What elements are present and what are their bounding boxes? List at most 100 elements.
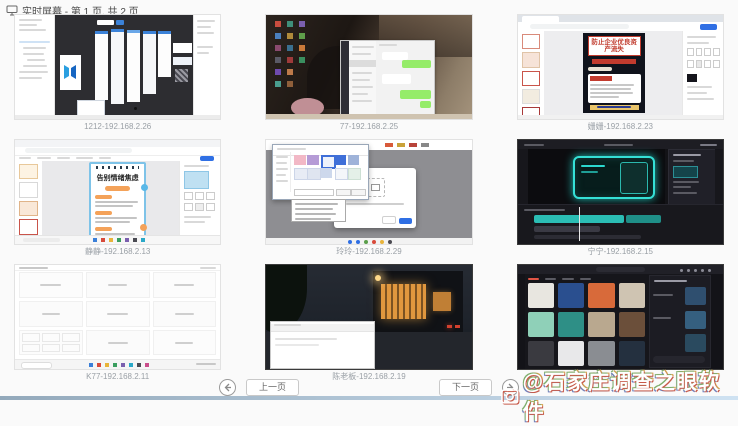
template-thumb bbox=[19, 164, 38, 179]
tab-item bbox=[580, 278, 591, 280]
monitor-tile[interactable]: 1212-192.168.2.26 bbox=[14, 14, 221, 132]
mini-cell bbox=[62, 333, 80, 342]
panel-line bbox=[673, 192, 698, 194]
design-frame bbox=[95, 31, 108, 101]
style-button bbox=[704, 48, 711, 56]
grid-card bbox=[86, 301, 150, 327]
monitor-tile[interactable]: 防止企业优良资产流失 bbox=[517, 14, 724, 132]
search-pill bbox=[596, 267, 645, 272]
tab-active bbox=[528, 278, 539, 280]
monitor-tile[interactable]: 宁宁-192.168.2.15 bbox=[517, 139, 724, 257]
window-content-line bbox=[275, 344, 318, 346]
prop-line bbox=[197, 46, 213, 48]
contact-row bbox=[352, 93, 369, 95]
template-card bbox=[588, 283, 614, 308]
screen-thumbnail[interactable]: 告别情绪焦虑 bbox=[14, 139, 221, 245]
inner-taskbar bbox=[518, 115, 723, 119]
logo-frame bbox=[60, 55, 81, 90]
grid-card bbox=[86, 272, 150, 298]
grid-card bbox=[153, 330, 217, 356]
mini-cell bbox=[42, 344, 60, 353]
screen-thumbnail[interactable] bbox=[265, 14, 472, 120]
design-frame bbox=[143, 31, 156, 94]
incoming-bubble bbox=[382, 74, 411, 84]
header-logos bbox=[385, 143, 393, 147]
chat-title bbox=[379, 44, 396, 46]
tile-label: 静静-192.168.2.13 bbox=[14, 247, 221, 257]
mini-cell bbox=[22, 344, 40, 353]
screen-thumbnail[interactable] bbox=[14, 14, 221, 120]
card-caption bbox=[40, 284, 61, 286]
panel-thumb bbox=[673, 166, 699, 178]
file-thumb bbox=[307, 155, 318, 165]
url-pill bbox=[25, 148, 132, 153]
file-thumb bbox=[294, 168, 307, 180]
neon-text bbox=[581, 171, 598, 173]
tile-label: 姗姗-192.168.2.23 bbox=[517, 122, 724, 132]
note-title: 告别情绪焦虑 bbox=[91, 173, 144, 183]
nav-item bbox=[276, 174, 285, 176]
topbar-item bbox=[700, 144, 716, 146]
prev-page-button[interactable]: 上一页 bbox=[246, 379, 299, 396]
prev-circle-button[interactable] bbox=[219, 379, 236, 396]
note-page: 告别情绪焦虑 bbox=[89, 162, 146, 239]
screen-thumbnail[interactable] bbox=[265, 264, 472, 370]
window-title-text bbox=[274, 324, 301, 326]
inner-taskbar bbox=[15, 359, 220, 369]
dialog-open-button bbox=[336, 189, 351, 196]
inner-taskbar bbox=[266, 238, 471, 244]
modal-text-line bbox=[346, 203, 403, 205]
template-card bbox=[528, 283, 554, 308]
monitor-tile[interactable]: 告别情绪焦虑 bbox=[14, 139, 221, 257]
page-topbar bbox=[15, 265, 220, 271]
doc-text-line bbox=[590, 84, 634, 86]
dropdown-item bbox=[295, 208, 333, 210]
monitor-tile[interactable]: K77-192.168.2.11 bbox=[14, 264, 221, 382]
topbar-icons bbox=[708, 269, 711, 272]
contact-row bbox=[352, 46, 374, 48]
inner-taskbar bbox=[15, 115, 220, 119]
tab-item bbox=[545, 278, 556, 280]
template-thumb bbox=[19, 201, 38, 216]
prop-line bbox=[184, 216, 211, 218]
grid-card bbox=[153, 272, 217, 298]
next-page-button[interactable]: 下一页 bbox=[439, 379, 492, 396]
monitor-tile[interactable]: 乐乐-192.168.2.16 bbox=[517, 264, 724, 382]
contact-row bbox=[352, 79, 370, 81]
prop-line bbox=[687, 42, 710, 44]
monitor-tile[interactable]: 陈老板-192.168.2.19 bbox=[265, 264, 472, 382]
template-thumb bbox=[19, 182, 38, 197]
doc-text-line bbox=[590, 88, 632, 90]
incoming-bubble bbox=[382, 52, 408, 60]
layer-item bbox=[23, 47, 46, 49]
image-placeholder-icon bbox=[371, 184, 380, 191]
template-card bbox=[619, 341, 645, 366]
card-caption bbox=[107, 313, 128, 315]
screen-thumbnail[interactable] bbox=[517, 139, 724, 245]
topbar-text bbox=[19, 267, 48, 269]
style-button bbox=[696, 60, 703, 68]
watermark-logo-icon bbox=[500, 386, 520, 406]
window-titlebar bbox=[271, 324, 374, 331]
panel-thumb bbox=[685, 334, 706, 352]
contact-row-active bbox=[349, 60, 377, 67]
design-frame bbox=[127, 30, 140, 103]
contact-row bbox=[352, 100, 372, 102]
style-button bbox=[687, 60, 694, 68]
nav-item bbox=[276, 156, 288, 158]
text-line bbox=[19, 19, 42, 21]
doc-page-dark: 防止企业优良资产流失 bbox=[583, 33, 645, 113]
screen-thumbnail[interactable] bbox=[14, 264, 221, 370]
monitor-tile[interactable]: 玲玲-192.168.2.29 bbox=[265, 139, 472, 257]
screen-thumbnail[interactable] bbox=[265, 139, 472, 245]
doc-footer-text bbox=[597, 106, 631, 108]
tile-label: 77-192.168.2.25 bbox=[265, 122, 472, 132]
nav-item bbox=[276, 162, 286, 164]
screen-thumbnail[interactable]: 防止企业优良资产流失 bbox=[517, 14, 724, 120]
white-window bbox=[270, 321, 375, 369]
template-card bbox=[558, 283, 584, 308]
brand-logo-icon bbox=[63, 64, 77, 80]
screen-thumbnail[interactable] bbox=[517, 264, 724, 370]
tool-rail bbox=[518, 149, 528, 206]
monitor-tile[interactable]: 77-192.168.2.25 bbox=[265, 14, 472, 132]
